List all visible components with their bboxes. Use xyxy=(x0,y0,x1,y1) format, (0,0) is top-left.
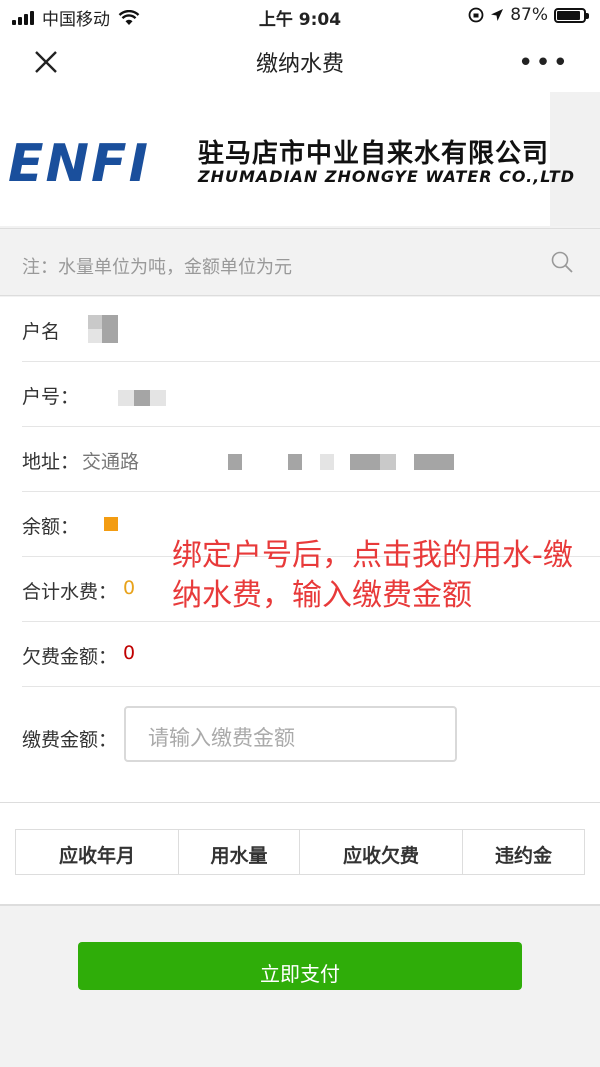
note-bar: 注：水量单位为吨，金额单位为元 xyxy=(0,228,600,296)
status-right: 87% xyxy=(467,5,589,25)
account-row: 户号： xyxy=(22,362,600,427)
banner-edge xyxy=(550,92,600,226)
redacted-account xyxy=(134,390,150,406)
name-label: 户名 xyxy=(22,321,61,343)
pay-now-button[interactable]: 立即支付 xyxy=(78,942,522,990)
redacted-address xyxy=(320,454,334,470)
redacted-name xyxy=(102,329,118,343)
arrears-value: 0 xyxy=(123,642,136,664)
redacted-name xyxy=(88,315,102,329)
nav-bar: 缴纳水费 ••• xyxy=(0,30,600,92)
rotation-lock-icon xyxy=(468,7,484,23)
name-row: 户名 xyxy=(22,297,600,362)
total-fee-label: 合计水费： xyxy=(22,581,118,603)
column-header-arrears: 应收欠费 xyxy=(299,829,463,875)
arrears-label: 欠费金额： xyxy=(22,646,118,668)
more-icon[interactable]: ••• xyxy=(518,48,570,78)
column-header-usage: 用水量 xyxy=(178,829,300,875)
page-title: 缴纳水费 xyxy=(255,52,344,77)
redacted-address xyxy=(288,454,302,470)
address-row: 地址： 交通路 xyxy=(22,427,600,492)
payment-amount-input[interactable]: 请输入缴费金额 xyxy=(124,706,457,762)
battery-percent: 87% xyxy=(510,5,548,25)
column-header-period: 应收年月 xyxy=(15,829,179,875)
redacted-address xyxy=(380,454,396,470)
company-name-en: ZHUMADIAN ZHONGYE WATER CO.,LTD xyxy=(198,167,575,186)
unit-note: 注：水量单位为吨，金额单位为元 xyxy=(22,257,292,278)
enfi-logo: ENFI xyxy=(8,137,150,187)
redacted-address xyxy=(414,454,454,470)
address-label: 地址： xyxy=(22,451,80,473)
arrears-row: 欠费金额： 0 xyxy=(22,622,600,687)
redacted-account xyxy=(118,390,134,406)
redacted-address xyxy=(350,454,380,470)
redacted-name xyxy=(102,315,118,329)
status-bar: 中国移动 上午 9:04 87% xyxy=(0,0,600,30)
search-icon[interactable] xyxy=(550,250,574,274)
column-header-penalty: 违约金 xyxy=(462,829,585,875)
redacted-balance xyxy=(104,517,118,531)
location-icon xyxy=(491,9,504,21)
payment-label: 缴费金额： xyxy=(22,729,118,751)
company-name-cn: 驻马店市中业自来水有限公司 xyxy=(198,139,550,169)
battery-icon xyxy=(554,7,589,23)
balance-label: 余额： xyxy=(22,516,80,538)
svg-text:ENFI: ENFI xyxy=(8,137,150,187)
address-value: 交通路 xyxy=(82,451,140,473)
account-label: 户号： xyxy=(22,386,80,408)
redacted-account xyxy=(150,390,166,406)
redacted-name xyxy=(88,329,102,343)
instruction-annotation: 绑定户号后，点击我的用水-缴纳水费，输入缴费金额 xyxy=(172,538,573,613)
battery-fill xyxy=(557,10,580,20)
total-fee-value: 0 xyxy=(123,577,136,599)
redacted-address xyxy=(228,454,242,470)
